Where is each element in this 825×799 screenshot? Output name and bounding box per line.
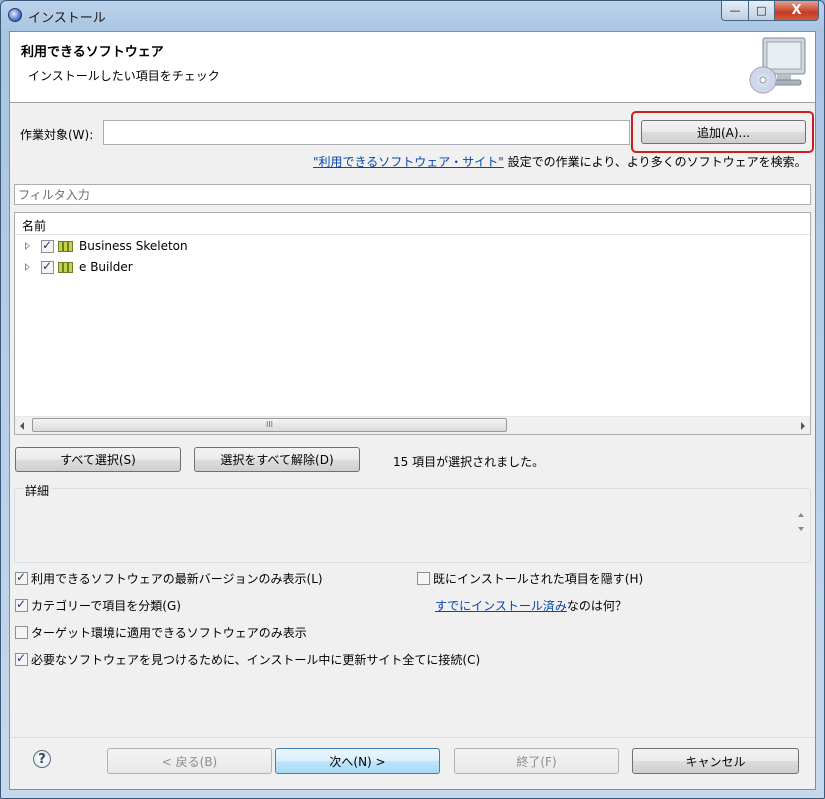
dialog-body: 利用できるソフトウェア インストールしたい項目をチェック 作業対象(W): 追加… — [9, 31, 816, 790]
available-sites-link[interactable]: "利用できるソフトウェア・サイト" — [313, 155, 504, 169]
install-computer-icon — [749, 37, 806, 94]
already-installed-suffix: なのは何？ — [566, 599, 627, 613]
name-column-header[interactable]: 名前 — [15, 213, 810, 235]
wizard-banner: 利用できるソフトウェア インストールしたい項目をチェック — [10, 32, 815, 103]
target-only-option[interactable]: ターゲット環境に適用できるソフトウェアのみ表示 — [15, 624, 307, 640]
close-button[interactable]: X — [775, 1, 819, 21]
group-by-category-label: カテゴリーで項目を分類(G) — [31, 599, 181, 613]
help-icon[interactable]: ? — [33, 750, 51, 768]
select-all-button[interactable]: すべて選択(S) — [15, 447, 181, 472]
tree-item[interactable]: Business Skeleton — [15, 236, 810, 257]
sites-info: "利用できるソフトウェア・サイト" 設定での作業により、より多くのソフトウェアを… — [313, 153, 807, 170]
contact-all-sites-checkbox[interactable] — [15, 651, 28, 666]
latest-only-option[interactable]: 利用できるソフトウェアの最新バージョンのみ表示(L) — [15, 570, 323, 586]
contact-all-sites-option[interactable]: 必要なソフトウェアを見つけるために、インストール中に更新サイト全てに接続(C) — [15, 651, 480, 667]
latest-only-checkbox[interactable] — [15, 570, 28, 585]
filter-input[interactable] — [14, 184, 811, 205]
horizontal-scrollbar[interactable]: III — [15, 416, 810, 434]
back-button[interactable]: < 戻る(B) — [107, 748, 272, 774]
work-with-label: 作業対象(W): — [20, 128, 94, 142]
deselect-all-button[interactable]: 選択をすべて解除(D) — [194, 447, 360, 472]
item-checkbox[interactable] — [41, 259, 54, 274]
scroll-right-icon[interactable] — [801, 422, 805, 430]
category-icon — [58, 241, 74, 252]
page-subtitle: インストールしたい項目をチェック — [28, 69, 220, 83]
minimize-button[interactable]: — — [721, 1, 749, 21]
already-installed-link[interactable]: すでにインストール済み — [435, 599, 567, 613]
window-controls: — □ X — [721, 1, 819, 21]
target-only-label: ターゲット環境に適用できるソフトウェアのみ表示 — [31, 626, 307, 640]
add-site-button[interactable]: 追加(A)... — [641, 120, 806, 144]
already-installed-info: すでにインストール済みなのは何？ — [435, 597, 627, 613]
hide-installed-option[interactable]: 既にインストールされた項目を隠す(H) — [417, 570, 643, 586]
hide-installed-label: 既にインストールされた項目を隠す(H) — [433, 572, 644, 586]
sites-info-text: 設定での作業により、より多くのソフトウェアを検索。 — [503, 155, 807, 169]
target-only-checkbox[interactable] — [15, 626, 28, 639]
tree-item[interactable]: e Builder — [15, 257, 810, 278]
expand-arrow-icon[interactable] — [25, 263, 30, 271]
details-label: 詳細 — [23, 482, 52, 499]
maximize-icon: □ — [756, 4, 767, 17]
close-icon: X — [791, 3, 802, 18]
work-with-input[interactable] — [103, 120, 630, 145]
category-icon — [58, 262, 74, 273]
scroll-grip-icon: III — [265, 420, 274, 429]
footer-separator — [10, 737, 815, 738]
expand-arrow-icon[interactable] — [25, 242, 30, 250]
maximize-button[interactable]: □ — [749, 1, 775, 21]
contact-all-sites-label: 必要なソフトウェアを見つけるために、インストール中に更新サイト全てに接続(C) — [31, 653, 481, 667]
window-title: インストール — [28, 11, 106, 26]
hide-installed-checkbox[interactable] — [417, 572, 430, 585]
minimize-icon: — — [729, 4, 741, 17]
item-checkbox[interactable] — [41, 238, 54, 253]
item-label: Business Skeleton — [79, 239, 188, 253]
next-button[interactable]: 次へ(N) > — [275, 748, 440, 774]
cancel-button[interactable]: キャンセル — [632, 748, 799, 774]
item-label: e Builder — [79, 260, 133, 274]
scroll-thumb[interactable]: III — [32, 418, 507, 432]
latest-only-label: 利用できるソフトウェアの最新バージョンのみ表示(L) — [31, 572, 323, 586]
details-group: 詳細 — [14, 482, 811, 563]
group-by-category-option[interactable]: カテゴリーで項目を分類(G) — [15, 597, 181, 613]
page-title: 利用できるソフトウェア — [21, 45, 164, 60]
install-dialog: インストール — □ X 利用できるソフトウェア インストールしたい項目をチェッ… — [0, 0, 825, 799]
details-text-area[interactable] — [16, 503, 809, 561]
finish-button[interactable]: 終了(F) — [454, 748, 619, 774]
title-bar[interactable]: インストール — □ X — [1, 1, 824, 31]
name-column-label: 名前 — [22, 219, 47, 233]
details-scroll-icon[interactable] — [796, 509, 806, 535]
group-by-category-checkbox[interactable] — [15, 597, 28, 612]
selection-status: 15 項目が選択されました。 — [393, 455, 545, 469]
eclipse-icon — [8, 8, 22, 22]
scroll-left-icon[interactable] — [20, 422, 24, 430]
software-tree[interactable]: 名前 Business Skeleton e Builder III — [14, 212, 811, 435]
